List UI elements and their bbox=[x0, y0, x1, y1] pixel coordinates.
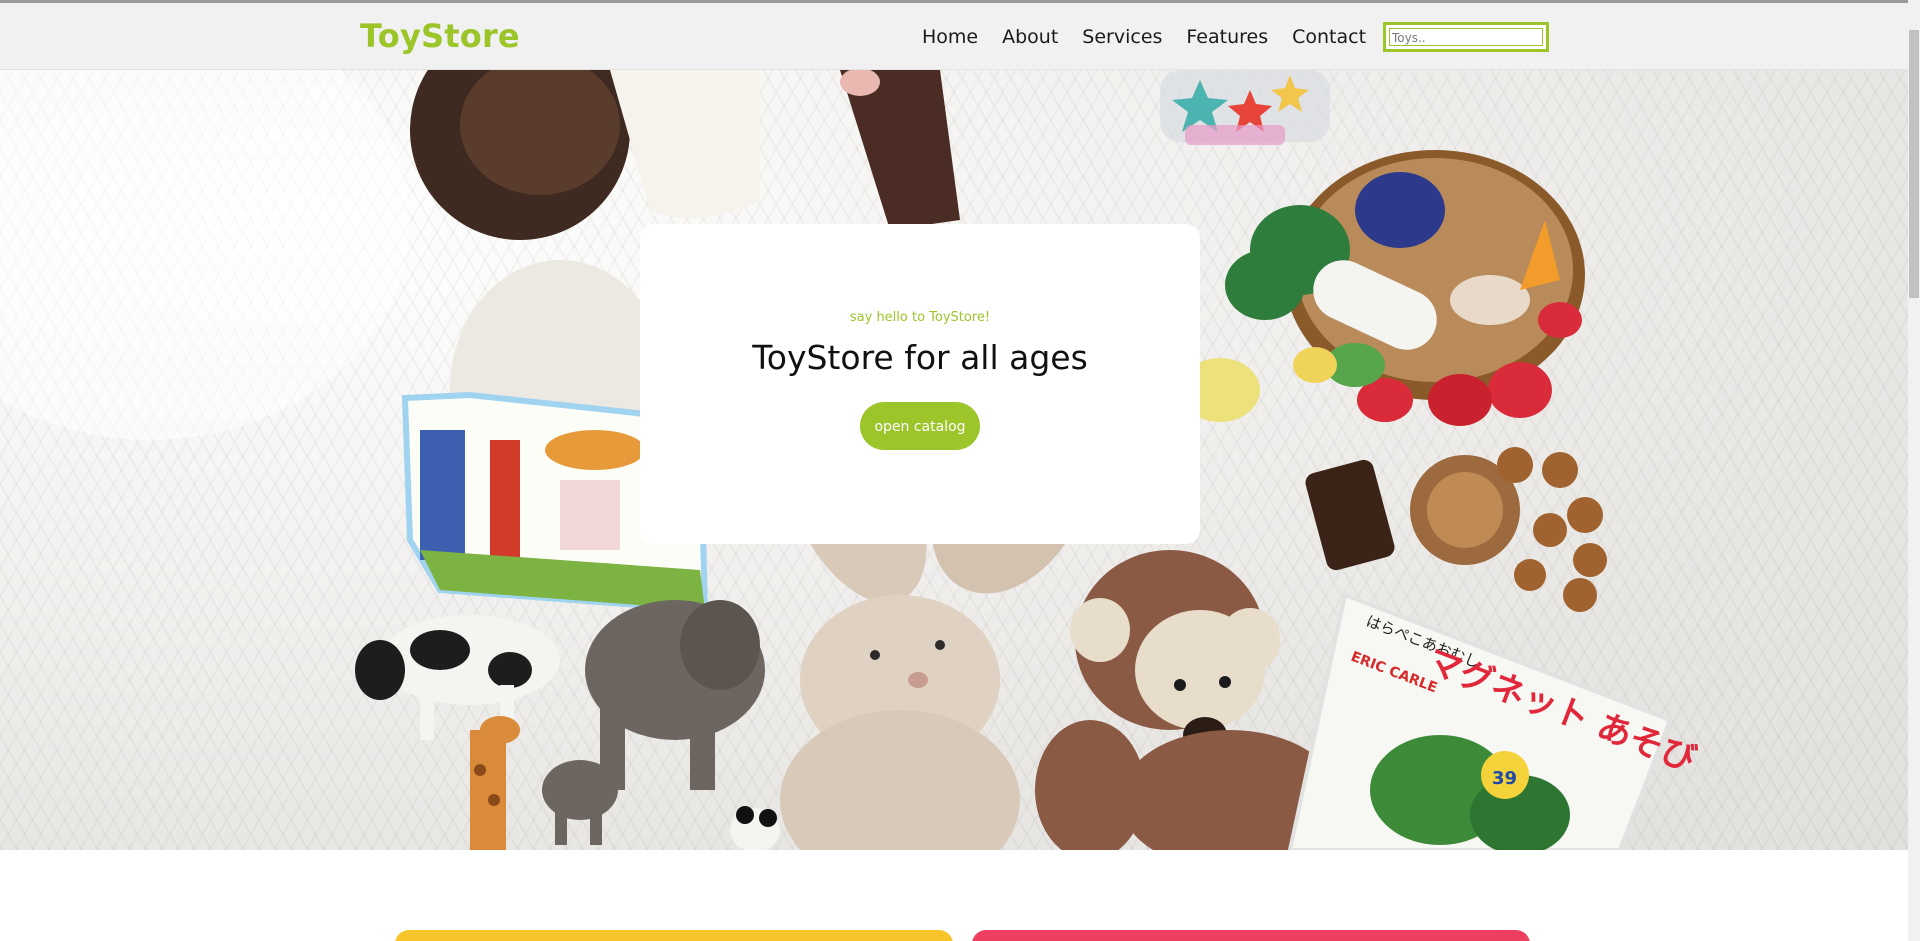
toy-cow bbox=[355, 615, 560, 740]
page: ToyStore Home About Services Features Co… bbox=[0, 0, 1920, 941]
brand-logo[interactable]: ToyStore bbox=[360, 17, 520, 55]
felt-treats bbox=[1305, 447, 1607, 612]
toy-panda bbox=[730, 806, 780, 850]
book-price: 39 bbox=[1492, 768, 1517, 789]
basket-of-felt-food bbox=[1180, 150, 1585, 426]
nav-contact[interactable]: Contact bbox=[1292, 26, 1366, 48]
hero-section: はらぺこあおむし ERIC CARLE マグネット あそび 39 say hel… bbox=[0, 70, 1908, 850]
search-input[interactable] bbox=[1390, 27, 1544, 49]
hero-card: say hello to ToyStore! ToyStore for all … bbox=[640, 224, 1200, 544]
toy-elephants bbox=[542, 600, 765, 845]
nav-home[interactable]: Home bbox=[922, 26, 978, 48]
plush-monkey bbox=[1035, 550, 1340, 850]
nav-links: Home About Services Features Contact bbox=[900, 3, 1366, 70]
open-catalog-button[interactable]: open catalog bbox=[860, 402, 980, 450]
hero-title: ToyStore for all ages bbox=[752, 338, 1088, 377]
feature-card-yellow bbox=[395, 930, 953, 941]
nav-about[interactable]: About bbox=[1002, 26, 1058, 48]
picture-book: はらぺこあおむし ERIC CARLE マグネット あそび 39 bbox=[1287, 592, 1701, 850]
feature-card-pink bbox=[972, 930, 1530, 941]
search-box bbox=[1383, 22, 1549, 52]
scrollbar-thumb[interactable] bbox=[1909, 30, 1919, 298]
nav-features[interactable]: Features bbox=[1186, 26, 1268, 48]
nav-services[interactable]: Services bbox=[1082, 26, 1162, 48]
navbar: ToyStore Home About Services Features Co… bbox=[0, 3, 1920, 70]
hero-subtitle: say hello to ToyStore! bbox=[849, 310, 991, 325]
toy-giraffe bbox=[470, 716, 520, 850]
star-jar bbox=[1160, 70, 1330, 145]
